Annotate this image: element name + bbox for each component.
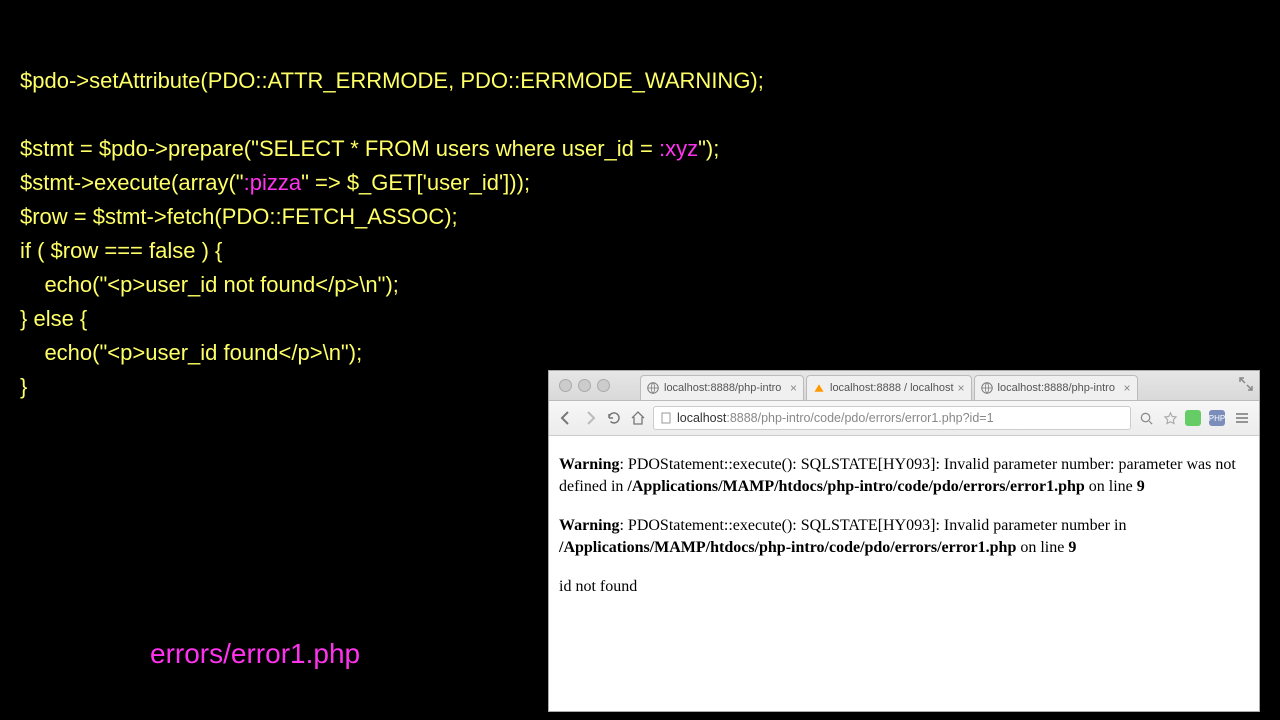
page-body: Warning: PDOStatement::execute(): SQLSTA… [549, 436, 1259, 632]
result-text: id not found [559, 576, 1249, 598]
code-line: $row = $stmt->fetch(PDO::FETCH_ASSOC); [20, 204, 458, 229]
browser-tab-1[interactable]: localhost:8888/php-intro × [640, 375, 804, 400]
code-line: } [20, 374, 27, 399]
php-warning-1: Warning: PDOStatement::execute(): SQLSTA… [559, 454, 1249, 499]
globe-icon [647, 382, 659, 394]
browser-window: localhost:8888/php-intro × localhost:888… [548, 370, 1260, 712]
warning-label: Warning [559, 456, 619, 473]
back-button[interactable] [557, 409, 575, 427]
file-caption: errors/error1.php [150, 638, 360, 670]
php-code-block: $pdo->setAttribute(PDO::ATTR_ERRMODE, PD… [20, 30, 764, 404]
hamburger-menu-icon[interactable] [1233, 409, 1251, 427]
placeholder-pizza: :pizza [244, 170, 301, 195]
code-line: if ( $row === false ) { [20, 238, 222, 263]
tab-strip: localhost:8888/php-intro × localhost:888… [640, 371, 1259, 400]
forward-button[interactable] [581, 409, 599, 427]
minimize-window-button[interactable] [578, 379, 591, 392]
code-line: $pdo->setAttribute(PDO::ATTR_ERRMODE, PD… [20, 68, 764, 93]
star-icon[interactable] [1161, 409, 1179, 427]
close-tab-icon[interactable]: × [786, 381, 797, 395]
home-button[interactable] [629, 409, 647, 427]
warning-line: 9 [1137, 478, 1145, 495]
toolbar-extensions: PHP [1185, 409, 1251, 427]
code-line: echo("<p>user_id found</p>\n"); [20, 340, 362, 365]
page-icon [660, 412, 672, 424]
url-host: localhost [677, 411, 726, 425]
tab-label: localhost:8888 / localhost [830, 382, 954, 394]
address-bar[interactable]: localhost:8888/php-intro/code/pdo/errors… [653, 406, 1131, 430]
tab-label: localhost:8888/php-intro [664, 382, 781, 394]
extension-icon-2[interactable]: PHP [1209, 410, 1225, 426]
browser-titlebar: localhost:8888/php-intro × localhost:888… [549, 371, 1259, 401]
expand-icon[interactable] [1239, 377, 1253, 391]
close-window-button[interactable] [559, 379, 572, 392]
code-line: echo("<p>user_id not found</p>\n"); [20, 272, 399, 297]
phpmyadmin-icon [813, 382, 825, 394]
browser-tab-2[interactable]: localhost:8888 / localhost × [806, 375, 972, 400]
code-line: $stmt->execute(array(":pizza" => $_GET['… [20, 170, 530, 195]
traffic-lights [559, 379, 610, 392]
tab-label: localhost:8888/php-intro [998, 382, 1115, 394]
warning-line: 9 [1068, 539, 1076, 556]
code-line: } else { [20, 306, 87, 331]
browser-toolbar: localhost:8888/php-intro/code/pdo/errors… [549, 401, 1259, 436]
close-tab-icon[interactable]: × [954, 381, 965, 395]
php-warning-2: Warning: PDOStatement::execute(): SQLSTA… [559, 515, 1249, 560]
url-path: :8888/php-intro/code/pdo/errors/error1.p… [726, 411, 993, 425]
globe-icon [981, 382, 993, 394]
close-tab-icon[interactable]: × [1120, 381, 1131, 395]
zoom-window-button[interactable] [597, 379, 610, 392]
warning-path: /Applications/MAMP/htdocs/php-intro/code… [559, 539, 1016, 556]
browser-tab-3[interactable]: localhost:8888/php-intro × [974, 375, 1138, 400]
code-line: $stmt = $pdo->prepare("SELECT * FROM use… [20, 136, 719, 161]
warning-path: /Applications/MAMP/htdocs/php-intro/code… [627, 478, 1084, 495]
search-icon[interactable] [1137, 409, 1155, 427]
reload-button[interactable] [605, 409, 623, 427]
extension-icon-1[interactable] [1185, 410, 1201, 426]
warning-label: Warning [559, 517, 619, 534]
placeholder-xyz: :xyz [659, 136, 698, 161]
